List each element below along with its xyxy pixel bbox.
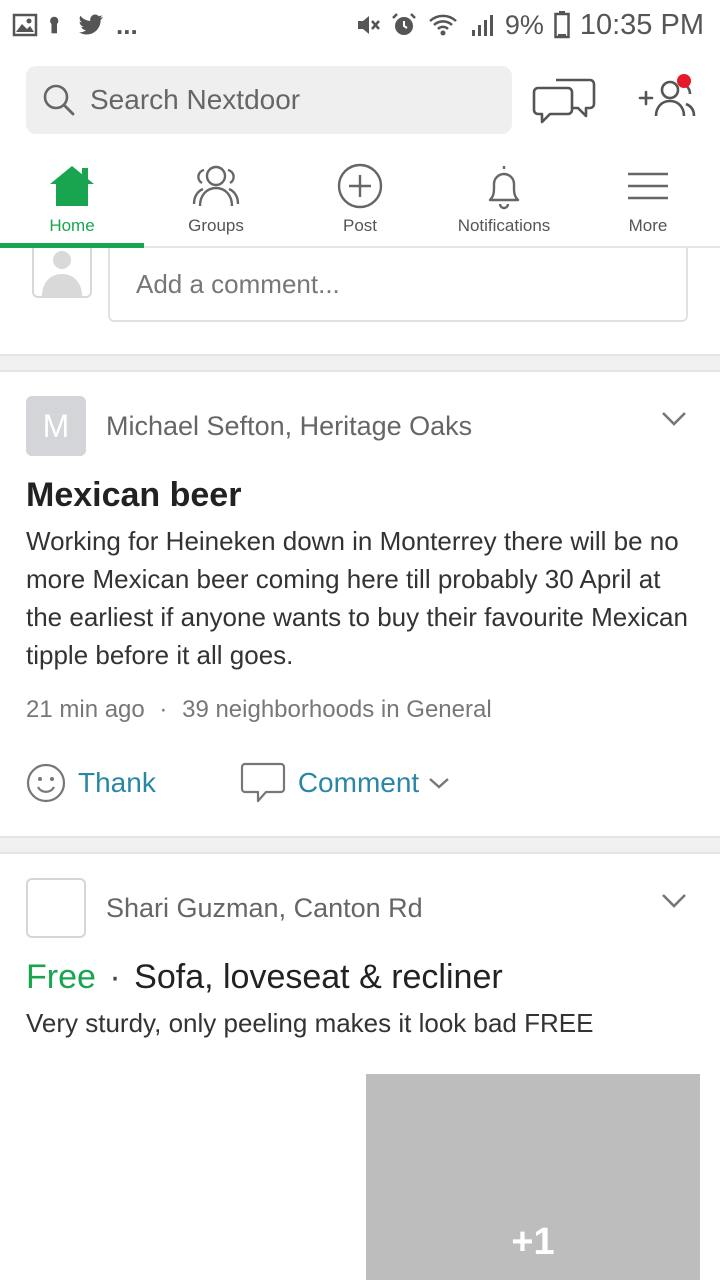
post-meta: 21 min ago · 39 neighborhoods in General — [26, 696, 492, 724]
search-input[interactable]: Search Nextdoor — [26, 66, 512, 134]
thank-button[interactable]: Thank — [26, 763, 156, 803]
title-separator: · — [109, 958, 121, 996]
feed-divider — [0, 354, 720, 372]
post-author-row: Shari Guzman, Canton Rd — [26, 878, 423, 938]
tab-post-label: Post — [342, 216, 378, 235]
photo-count: +1 — [511, 1221, 555, 1263]
tab-more-label: More — [628, 216, 668, 235]
comment-composer: Add a comment... — [0, 248, 720, 354]
tab-post[interactable]: Post — [288, 150, 432, 246]
user-avatar — [32, 248, 92, 298]
smile-icon — [26, 763, 66, 803]
post-photo[interactable]: +1 — [366, 1074, 700, 1280]
post-body: Very sturdy, only peeling makes it look … — [26, 1008, 594, 1038]
notification-dot — [677, 74, 691, 88]
post-card: M Michael Sefton, Heritage Oaks Mexican … — [0, 372, 720, 836]
clock: 10:35 PM — [579, 8, 704, 41]
person-icon — [42, 251, 82, 296]
post-title-text: Sofa, loveseat & recliner — [134, 958, 503, 996]
comment-icon — [240, 762, 285, 803]
chat-bubbles-icon[interactable] — [532, 74, 596, 126]
status-bar: ... 9% 10:35 PM — [0, 0, 720, 50]
comment-input[interactable]: Add a comment... — [108, 248, 688, 322]
chevron-down-icon — [429, 778, 450, 789]
keyhole-icon — [50, 16, 59, 34]
comment-label: Comment — [297, 767, 420, 798]
meta-separator: · — [159, 696, 168, 723]
free-tag: Free — [26, 958, 96, 996]
status-more: ... — [116, 9, 138, 40]
comment-button[interactable]: Comment — [240, 762, 451, 804]
top-bar: Search Nextdoor — [0, 50, 720, 150]
post-card: Shari Guzman, Canton Rd Free · Sofa, lov… — [0, 854, 720, 1280]
post-author[interactable]: Michael Sefton, Heritage Oaks — [106, 411, 472, 442]
post-title[interactable]: Free · Sofa, loveseat & recliner — [26, 958, 503, 997]
add-neighbor-icon[interactable] — [638, 72, 698, 126]
post-actions: Thank Comment — [26, 762, 451, 804]
comment-placeholder: Add a comment... — [136, 268, 340, 299]
feed-divider — [0, 836, 720, 854]
search-placeholder: Search Nextdoor — [90, 84, 301, 115]
post-title[interactable]: Mexican beer — [26, 476, 241, 515]
signal-icon — [471, 15, 493, 36]
bell-icon — [488, 166, 520, 210]
chevron-down-icon[interactable] — [660, 892, 688, 910]
avatar[interactable] — [26, 878, 86, 938]
main-nav: Home Groups Post Notifications More — [0, 150, 720, 248]
battery-percent: 9% — [504, 9, 544, 40]
search-icon — [43, 84, 75, 116]
post-time: 21 min ago — [26, 696, 145, 723]
post-author-row: M Michael Sefton, Heritage Oaks — [26, 396, 472, 456]
twitter-icon — [79, 14, 103, 35]
tab-more[interactable]: More — [576, 150, 720, 246]
home-icon — [50, 166, 94, 206]
status-right: 9% 10:35 PM — [355, 9, 704, 42]
mute-icon — [357, 16, 380, 34]
tab-home-label: Home — [49, 216, 95, 235]
post-body: Working for Heineken down in Monterrey t… — [26, 526, 688, 670]
tab-groups[interactable]: Groups — [144, 150, 288, 246]
status-left: ... — [12, 10, 138, 41]
post-scope[interactable]: 39 neighborhoods in General — [182, 696, 492, 723]
thank-label: Thank — [78, 767, 156, 798]
avatar[interactable]: M — [26, 396, 86, 456]
tab-groups-label: Groups — [188, 216, 244, 235]
image-icon — [12, 13, 38, 37]
plus-circle-icon — [337, 163, 383, 209]
battery-icon — [554, 11, 570, 39]
tab-notifications[interactable]: Notifications — [432, 150, 576, 246]
tab-home[interactable]: Home — [0, 150, 144, 248]
alarm-icon — [391, 13, 416, 35]
chevron-down-icon[interactable] — [660, 410, 688, 428]
tab-notifications-label: Notifications — [457, 216, 551, 235]
wifi-icon — [428, 14, 457, 36]
menu-icon — [628, 172, 668, 200]
post-author[interactable]: Shari Guzman, Canton Rd — [106, 893, 423, 924]
groups-icon — [192, 165, 240, 207]
